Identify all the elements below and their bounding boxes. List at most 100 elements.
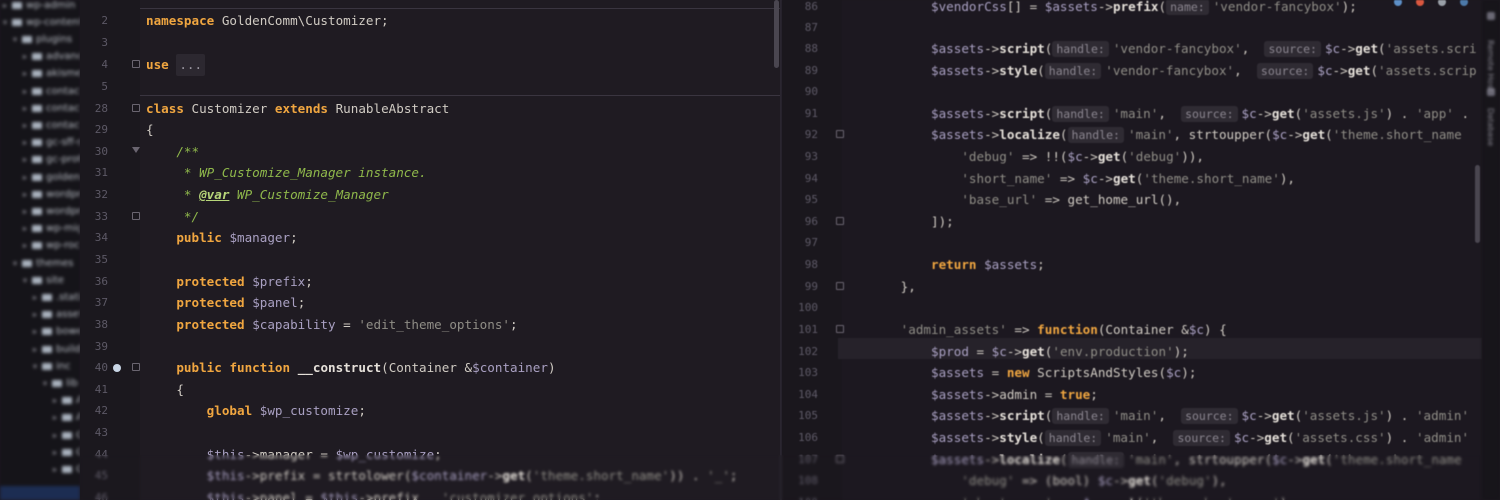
tree-item[interactable]: ▸ A xyxy=(0,409,80,427)
code-line[interactable]: * WP_Customize_Manager instance. xyxy=(146,162,427,184)
code-line[interactable]: protected $panel; xyxy=(146,292,305,314)
line-number[interactable]: 87 xyxy=(782,17,818,39)
line-number[interactable]: 105 xyxy=(782,405,818,427)
chevron-down-icon[interactable]: ▾ xyxy=(20,276,30,285)
left-editor-pane[interactable]: 2 namespace GoldenComm\Customizer; 3 4 use .… xyxy=(80,0,780,500)
tab-database[interactable]: Database xyxy=(1486,108,1495,146)
line-number[interactable]: 42 xyxy=(80,400,108,422)
code-line[interactable]: $assets->script(handle:'main', source: $c… xyxy=(840,405,1469,427)
line-number[interactable]: 36 xyxy=(80,271,108,293)
code-line[interactable]: 'debug' => !!($c->get('debug')), xyxy=(840,146,1204,168)
fold-marker-icon[interactable] xyxy=(132,212,140,220)
code-line[interactable]: * @var WP_Customize_Manager xyxy=(146,184,389,206)
line-number[interactable]: 41 xyxy=(80,379,108,401)
chevron-down-icon[interactable]: ▾ xyxy=(40,379,50,388)
line-number[interactable]: 106 xyxy=(782,427,818,449)
fold-marker-icon[interactable] xyxy=(836,325,844,333)
tree-item[interactable]: ▸ wp-migrate xyxy=(0,220,80,238)
chevron-right-icon[interactable]: ▸ xyxy=(0,1,10,10)
line-number[interactable]: 103 xyxy=(782,362,818,384)
tree-item[interactable]: ▸ goldencomm xyxy=(0,168,80,186)
code-line[interactable]: 'short_name' => $c->get('theme.short_nam… xyxy=(840,168,1295,190)
code-line[interactable]: return $assets; xyxy=(840,254,1045,276)
line-number[interactable]: 28 xyxy=(80,98,108,120)
left-vertical-scrollbar[interactable] xyxy=(774,0,779,68)
line-number[interactable]: 98 xyxy=(782,254,818,276)
tree-item[interactable]: ▸ wordpress-se xyxy=(0,202,80,220)
line-number[interactable]: 88 xyxy=(782,38,818,60)
line-number[interactable]: 39 xyxy=(80,336,108,358)
code-line[interactable]: public function __construct(Container &$… xyxy=(146,357,555,379)
line-number[interactable]: 94 xyxy=(782,168,818,190)
code-line[interactable]: { xyxy=(146,379,184,401)
line-number[interactable]: 97 xyxy=(782,232,818,254)
line-number[interactable]: 29 xyxy=(80,119,108,141)
line-number[interactable]: 86 xyxy=(782,0,818,18)
line-number[interactable]: 43 xyxy=(80,422,108,444)
tree-item[interactable]: ▸ A xyxy=(0,392,80,410)
code-line[interactable]: global $wp_customize; xyxy=(146,400,366,422)
code-line[interactable]: $vendorCss[] = $assets->prefix(name:'ven… xyxy=(840,0,1357,18)
line-number[interactable]: 2 xyxy=(80,10,108,32)
code-line[interactable]: $prod = $c->get('env.production'); xyxy=(840,341,1189,363)
code-line[interactable]: $assets->style(handle:'main', source: $c-… xyxy=(840,427,1469,449)
fold-marker-icon[interactable] xyxy=(132,363,140,371)
tree-item[interactable]: ▸ C xyxy=(0,460,80,478)
line-number[interactable]: 38 xyxy=(80,314,108,336)
chevron-right-icon[interactable]: ▸ xyxy=(20,121,30,130)
tree-item[interactable]: ▸ build xyxy=(0,340,80,358)
fold-marker-icon[interactable] xyxy=(836,217,844,225)
tree-item[interactable]: ▾ themes xyxy=(0,254,74,272)
code-line[interactable]: 'base_url' => get_home_url(), xyxy=(840,189,1181,211)
line-number[interactable]: 34 xyxy=(80,227,108,249)
tree-item[interactable]: ▸ bower_co xyxy=(0,323,80,341)
code-line[interactable]: $assets->admin = true; xyxy=(840,384,1098,406)
fold-marker-icon[interactable] xyxy=(836,130,844,138)
tree-item[interactable]: ▸ contact-form xyxy=(0,99,80,117)
fold-marker-icon[interactable] xyxy=(132,147,140,153)
line-number[interactable]: 95 xyxy=(782,189,818,211)
tree-item[interactable]: ▸ .static xyxy=(0,288,80,306)
line-number[interactable]: 35 xyxy=(80,249,108,271)
chevron-right-icon[interactable]: ▸ xyxy=(50,448,60,457)
info-icon[interactable] xyxy=(1460,0,1468,6)
code-line[interactable]: public $manager; xyxy=(146,227,297,249)
line-number[interactable]: 92 xyxy=(782,124,818,146)
tree-item[interactable]: ▸ gc-sff-seo xyxy=(0,134,80,152)
chevron-right-icon[interactable]: ▸ xyxy=(30,310,40,319)
tree-item[interactable]: ▾ lib xyxy=(0,374,78,392)
tab-remote-host[interactable]: Remote Host xyxy=(1486,40,1495,92)
line-number[interactable]: 30 xyxy=(80,141,108,163)
chevron-down-icon[interactable]: ▾ xyxy=(10,259,20,268)
project-tree[interactable]: ▸ wp-admin ▾ wp-content ▾ plugins ▸ advanced-cu… xyxy=(0,0,80,500)
line-number[interactable]: 40 xyxy=(80,357,108,379)
tree-item[interactable]: ▾ site xyxy=(0,271,64,289)
code-line[interactable]: $assets = new ScriptsAndStyles($c); xyxy=(840,362,1196,384)
folded-code[interactable]: ... xyxy=(176,54,206,76)
chevron-right-icon[interactable]: ▸ xyxy=(50,431,60,440)
line-number[interactable]: 100 xyxy=(782,297,818,319)
chevron-right-icon[interactable]: ▸ xyxy=(20,155,30,164)
warning-icon[interactable] xyxy=(1438,0,1446,6)
code-line[interactable]: $assets->script(handle:'vendor-fancybox'… xyxy=(840,38,1477,60)
chevron-down-icon[interactable]: ▾ xyxy=(10,35,20,44)
tree-item[interactable]: ▸ C xyxy=(0,426,80,444)
chevron-right-icon[interactable]: ▸ xyxy=(30,345,40,354)
fold-marker-icon[interactable] xyxy=(836,282,844,290)
tree-item[interactable]: ▸ wp-rocket xyxy=(0,237,80,255)
chevron-right-icon[interactable]: ▸ xyxy=(50,413,60,422)
chevron-right-icon[interactable]: ▸ xyxy=(30,293,40,302)
line-number[interactable]: 99 xyxy=(782,276,818,298)
code-line[interactable]: $assets->style(handle:'vendor-fancybox',… xyxy=(840,60,1477,82)
chevron-down-icon[interactable]: ▾ xyxy=(30,362,40,371)
line-number[interactable]: 93 xyxy=(782,146,818,168)
right-editor-pane[interactable]: 86 $vendorCss[] = $assets->prefix(name: '… xyxy=(782,0,1482,500)
tree-item[interactable]: ▸ contact-form xyxy=(0,82,80,100)
line-number[interactable]: 102 xyxy=(782,341,818,363)
chevron-right-icon[interactable]: ▸ xyxy=(20,138,30,147)
tree-item[interactable]: ▸ C xyxy=(0,443,80,461)
chevron-right-icon[interactable]: ▸ xyxy=(20,104,30,113)
code-line[interactable]: }, xyxy=(840,276,916,298)
code-line[interactable]: use ... xyxy=(146,54,206,76)
line-number[interactable]: 101 xyxy=(782,319,818,341)
